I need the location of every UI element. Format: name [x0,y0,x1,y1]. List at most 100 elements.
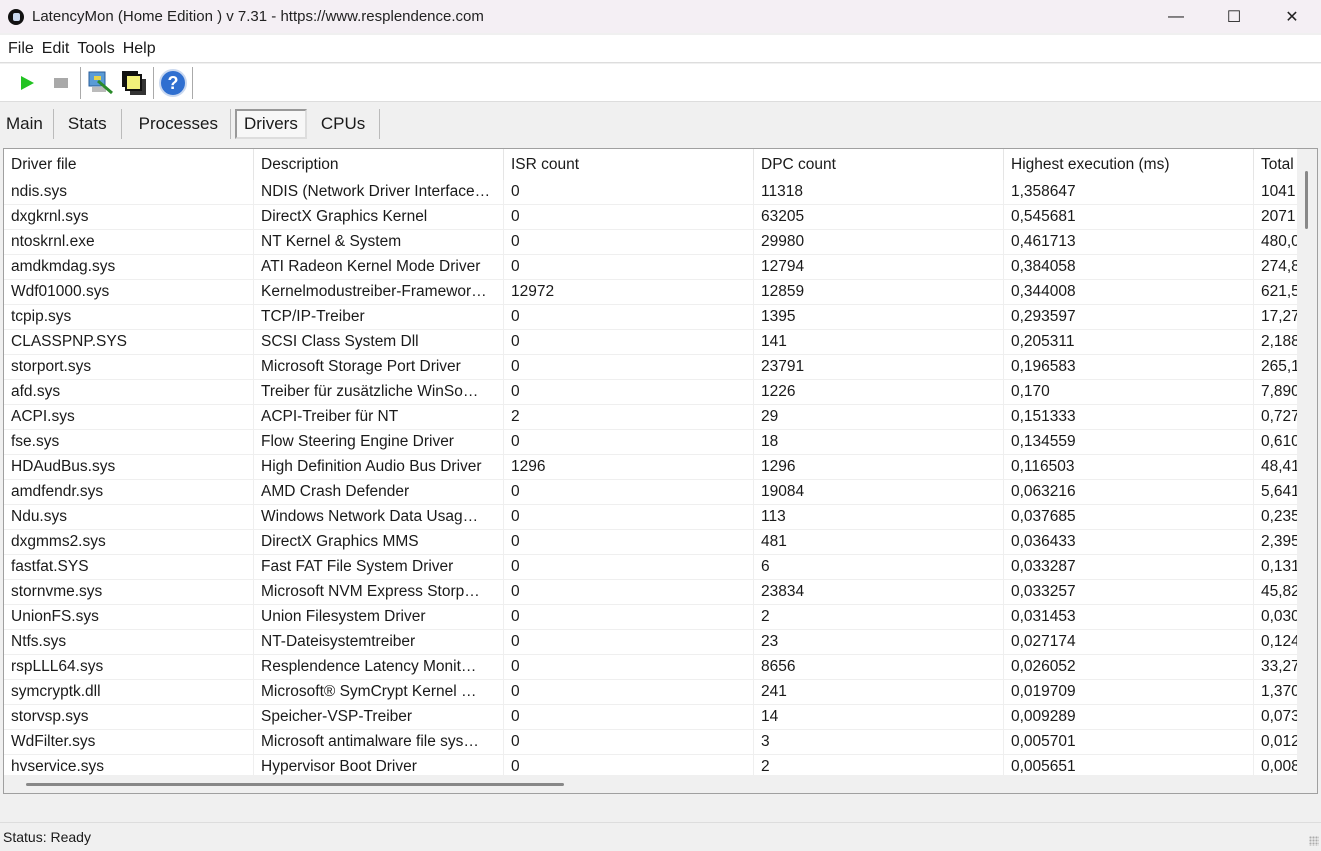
cell-isr-count: 0 [504,605,754,630]
cell-dpc-count: 19084 [754,480,1004,505]
help-icon[interactable]: ? [156,68,190,98]
cell-total: 265,1 [1261,358,1297,375]
table-row[interactable]: stornvme.sys Microsoft NVM Express Storp…… [4,580,1297,605]
cell-driver-file: Ndu.sys [4,505,254,530]
table-row[interactable]: storport.sys Microsoft Storage Port Drive… [4,355,1297,380]
column-header-total[interactable]: Total [1254,149,1297,181]
cell-highest-execution: 0,026052 [1004,655,1254,680]
cell-highest-execution: 0,031453 [1004,605,1254,630]
cell-total: 0,610 [1261,433,1297,450]
horizontal-scrollbar[interactable] [4,775,1317,793]
svg-text:?: ? [168,73,179,93]
cell-isr-count: 0 [504,180,754,205]
cell-total: 48,41 [1261,458,1297,475]
tab-cpus[interactable]: CPUs [311,109,381,139]
cell-total: 0,235 [1261,508,1297,525]
table-row[interactable]: UnionFS.sys Union Filesystem Driver 0 2 0,03… [4,605,1297,630]
cell-total: 274,8 [1261,258,1297,275]
tab-drivers[interactable]: Drivers [234,109,307,139]
cell-isr-count: 0 [504,480,754,505]
cell-driver-file: storvsp.sys [4,705,254,730]
cell-highest-execution: 0,293597 [1004,305,1254,330]
cell-isr-count: 0 [504,630,754,655]
table-row[interactable]: dxgkrnl.sys DirectX Graphics Kernel 0 63205… [4,205,1297,230]
tab-stats[interactable]: Stats [54,109,122,139]
tab-processes[interactable]: Processes [122,109,231,139]
cell-driver-file: ntoskrnl.exe [4,230,254,255]
column-header-dpc-count[interactable]: DPC count [754,149,1004,181]
vertical-scroll-thumb[interactable] [1305,171,1308,229]
cell-dpc-count: 29980 [754,230,1004,255]
close-button[interactable]: ✕ [1263,0,1321,33]
table-row[interactable]: Wdf01000.sys Kernelmodustreiber-Framewor…… [4,280,1297,305]
table-row[interactable]: HDAudBus.sys High Definition Audio Bus Dr… [4,455,1297,480]
horizontal-scroll-thumb[interactable] [26,783,564,786]
cell-total: 2071 [1261,208,1296,225]
table-row[interactable]: ndis.sys NDIS (Network Driver Interface… 0… [4,180,1297,205]
cell-description: Microsoft® SymCrypt Kernel … [254,680,504,705]
column-header-description[interactable]: Description [254,149,504,181]
cell-dpc-count: 3 [754,730,1004,755]
cell-highest-execution: 0,461713 [1004,230,1254,255]
table-row[interactable]: ACPI.sys ACPI-Treiber für NT 2 29 0,151333 0,… [4,405,1297,430]
cell-driver-file: fastfat.SYS [4,555,254,580]
app-icon [8,8,24,25]
column-header-driver-file[interactable]: Driver file [4,149,254,181]
menu-edit[interactable]: Edit [38,40,74,58]
cell-highest-execution: 0,344008 [1004,280,1254,305]
table-row[interactable]: afd.sys Treiber für zusätzliche WinSo… 0 12… [4,380,1297,405]
table-row[interactable]: Ntfs.sys NT-Dateisystemtreiber 0 23 0,027174… [4,630,1297,655]
vertical-scrollbar[interactable] [1297,149,1317,775]
tab-main[interactable]: Main [0,109,54,139]
cell-description: Resplendence Latency Monit… [254,655,504,680]
cell-highest-execution: 1,358647 [1004,180,1254,205]
minimize-button[interactable]: — [1147,0,1205,33]
cell-isr-count: 0 [504,230,754,255]
status-text: Status: Ready [3,829,91,845]
table-row[interactable]: WdFilter.sys Microsoft antimalware file s… [4,730,1297,755]
menu-file[interactable]: File [4,40,38,58]
table-row[interactable]: amdkmdag.sys ATI Radeon Kernel Mode Drive… [4,255,1297,280]
cell-description: High Definition Audio Bus Driver [254,455,504,480]
table-row[interactable]: Ndu.sys Windows Network Data Usag… 0 113 0,0… [4,505,1297,530]
windows-icon[interactable] [117,68,151,98]
menu-help[interactable]: Help [119,40,160,58]
cell-driver-file: afd.sys [4,380,254,405]
table-row[interactable]: dxgmms2.sys DirectX Graphics MMS 0 481 0,036… [4,530,1297,555]
table-row[interactable]: tcpip.sys TCP/IP-Treiber 0 1395 0,293597 17,2… [4,305,1297,330]
cell-highest-execution: 0,005701 [1004,730,1254,755]
cell-isr-count: 0 [504,705,754,730]
cell-description: NT-Dateisystemtreiber [254,630,504,655]
column-header-highest-execution[interactable]: Highest execution (ms) [1004,149,1254,181]
table-row[interactable]: symcryptk.dll Microsoft® SymCrypt Kernel … [4,680,1297,705]
column-header-isr-count[interactable]: ISR count [504,149,754,181]
table-row[interactable]: fastfat.SYS Fast FAT File System Driver 0 6… [4,555,1297,580]
cell-total: 1041 [1261,183,1296,200]
table-row[interactable]: storvsp.sys Speicher-VSP-Treiber 0 14 0,0092… [4,705,1297,730]
cell-highest-execution: 0,036433 [1004,530,1254,555]
maximize-button[interactable]: ☐ [1205,0,1263,33]
cell-total: 0,012 [1261,733,1297,750]
table-row[interactable]: CLASSPNP.SYS SCSI Class System Dll 0 141 0,2… [4,330,1297,355]
cell-highest-execution: 0,037685 [1004,505,1254,530]
cell-isr-count: 0 [504,430,754,455]
table-row[interactable]: ntoskrnl.exe NT Kernel & System 0 29980 0,46… [4,230,1297,255]
cell-total: 0,030 [1261,608,1297,625]
cell-dpc-count: 63205 [754,205,1004,230]
cell-dpc-count: 113 [754,505,1004,530]
cell-description: Speicher-VSP-Treiber [254,705,504,730]
table-row[interactable]: fse.sys Flow Steering Engine Driver 0 18 0,1… [4,430,1297,455]
table-row[interactable]: rspLLL64.sys Resplendence Latency Monit… 0… [4,655,1297,680]
table-header: Driver file Description ISR count DPC co… [4,149,1297,181]
cell-highest-execution: 0,151333 [1004,405,1254,430]
resize-grip-icon[interactable] [1309,836,1319,846]
menu-tools[interactable]: Tools [73,40,118,58]
cell-isr-count: 0 [504,305,754,330]
play-icon[interactable] [10,68,44,98]
stop-icon[interactable] [44,68,78,98]
cell-dpc-count: 2 [754,605,1004,630]
title-bar: LatencyMon (Home Edition ) v 7.31 - http… [0,0,1321,33]
window-title: LatencyMon (Home Edition ) v 7.31 - http… [32,8,484,25]
table-row[interactable]: amdfendr.sys AMD Crash Defender 0 19084 0,06… [4,480,1297,505]
driver-scan-icon[interactable] [83,68,117,98]
